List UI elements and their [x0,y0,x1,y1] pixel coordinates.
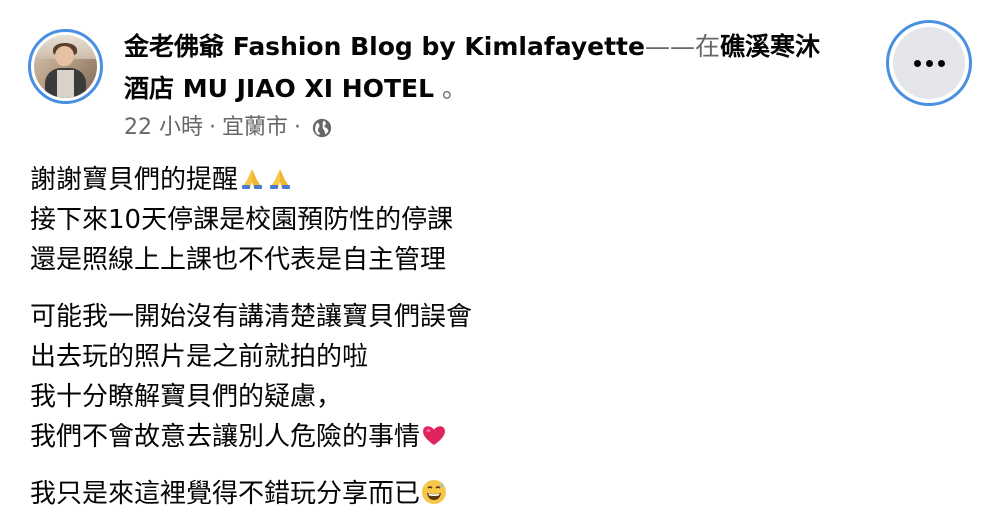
at-connector: ——在 [644,32,720,61]
author-name-link[interactable]: 金老佛爺 Fashion Blog by Kimlafayette [124,32,645,61]
text-line: 我只是來這裡覺得不錯玩分享而已 [30,474,960,514]
post-timestamp[interactable]: 22 小時 [124,112,203,144]
author-avatar[interactable] [28,29,103,104]
post-body: 謝謝寶貝們的提醒 接下來10天停課是校園預防性的停課 還是照線上上課也不代表是自… [30,160,960,520]
folded-hands-emoji-icon [242,169,263,189]
paragraph-2: 可能我一開始沒有講清楚讓寶貝們誤會 出去玩的照片是之前就拍的啦 我十分瞭解寶貝們… [30,297,960,457]
text-line: 可能我一開始沒有講清楚讓寶貝們誤會 [30,302,473,332]
meta-separator-2: · [294,115,302,140]
post-meta: 22 小時 · 宜蘭市 · [124,112,333,144]
globe-icon[interactable] [311,117,333,139]
text-line: 謝謝寶貝們的提醒 [30,160,960,200]
post-place[interactable]: 宜蘭市 [222,112,288,144]
folded-hands-emoji-icon [270,169,291,189]
more-options-button[interactable] [886,20,972,106]
meta-separator: · [209,115,216,140]
red-heart-emoji-icon [423,426,445,445]
location-link-part-1[interactable]: 礁溪寒沐 [720,32,820,61]
paragraph-1: 謝謝寶貝們的提醒 接下來10天停課是校園預防性的停課 還是照線上上課也不代表是自… [30,160,960,280]
post-header-line-2: 酒店 MU JIAO XI HOTEL 。 [124,69,467,109]
header-suffix: 。 [434,74,467,103]
text-line: 接下來10天停課是校園預防性的停課 [30,205,454,235]
facebook-post: 金老佛爺 Fashion Blog by Kimlafayette——在礁溪寒沐… [0,0,992,520]
text-line: 我們不會故意去讓別人危險的事情 [30,417,960,457]
location-link-part-2[interactable]: 酒店 MU JIAO XI HOTEL [124,74,434,103]
grinning-sweat-emoji-icon [422,480,447,504]
more-options-icon [893,27,965,99]
post-header-line-1: 金老佛爺 Fashion Blog by Kimlafayette——在礁溪寒沐 [124,27,820,67]
paragraph-3: 我只是來這裡覺得不錯玩分享而已 [30,474,960,514]
text-line: 還是照線上上課也不代表是自主管理 [30,245,447,275]
text-line: 我十分瞭解寶貝們的疑慮， [30,382,343,412]
avatar-photo [34,35,97,98]
text-line: 出去玩的照片是之前就拍的啦 [30,342,369,372]
